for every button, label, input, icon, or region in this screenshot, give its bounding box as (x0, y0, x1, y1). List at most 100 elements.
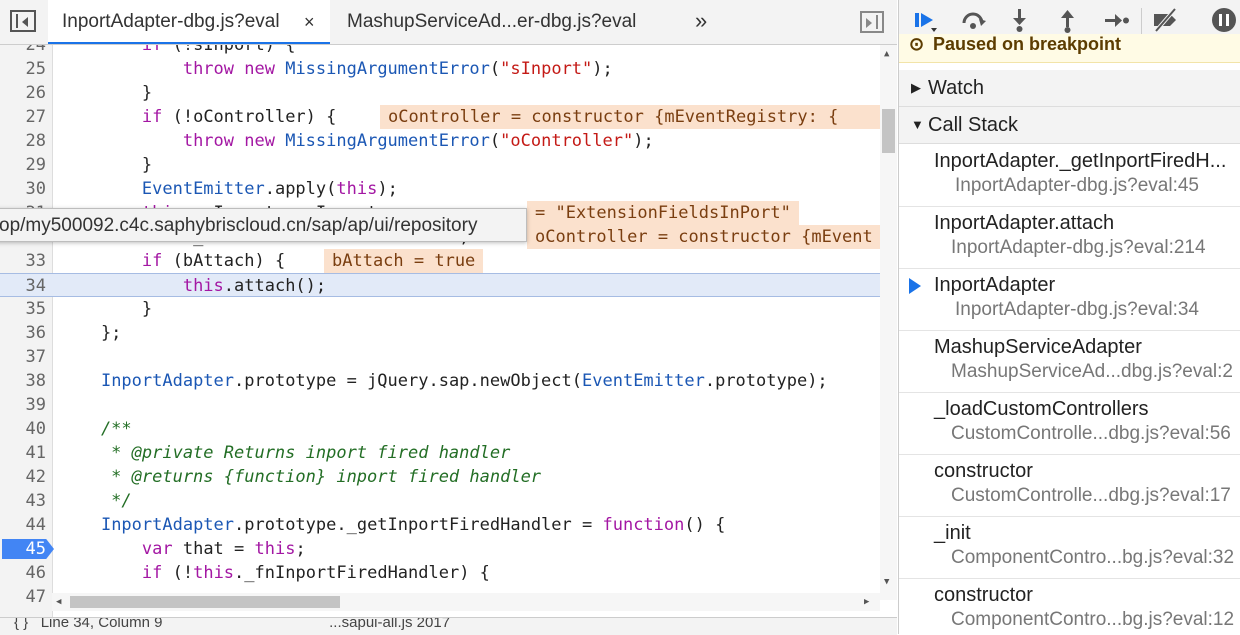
code-text: if (bAttach) { (141, 251, 286, 271)
frame-function-name: MashupServiceAdapter (934, 336, 1142, 358)
scroll-right-icon[interactable]: ▶ (864, 597, 869, 607)
step-out-icon[interactable] (1053, 6, 1083, 34)
frame-function-name: InportAdapter._getInportFiredH... (934, 150, 1227, 172)
inline-value-ocontroller: oController = constructor {mEventRegistr… (380, 105, 896, 129)
line-number[interactable]: 39 (0, 393, 46, 417)
scroll-down-icon[interactable]: ▼ (884, 577, 889, 587)
tab-label: InportAdapter-dbg.js?eval (62, 11, 280, 32)
toggle-navigator-icon[interactable] (10, 10, 36, 32)
paused-icon: ⊙ (909, 34, 925, 54)
code-text: InportAdapter.prototype._getInportFiredH… (100, 515, 726, 535)
code-line: 35 } (0, 297, 880, 321)
line-number[interactable]: 35 (0, 297, 46, 321)
scroll-up-icon[interactable]: ▲ (884, 49, 889, 59)
code-text: if (!oController) { (141, 107, 337, 127)
code-line: 43 */ (0, 489, 880, 513)
line-number[interactable]: 41 (0, 441, 46, 465)
frame-function-name: _init (934, 522, 971, 544)
call-stack-frame[interactable]: MashupServiceAdapter MashupServiceAd...d… (899, 330, 1240, 393)
more-tabs-icon[interactable]: » (695, 0, 707, 42)
line-number[interactable]: 44 (0, 513, 46, 537)
call-stack-frame[interactable]: constructor ComponentContro...bg.js?eval… (899, 578, 1240, 634)
code-line: 39 (0, 393, 880, 417)
call-stack-frame[interactable]: constructor CustomControlle...dbg.js?eva… (899, 454, 1240, 517)
code-line: 29 } (0, 153, 880, 177)
line-number[interactable]: 46 (0, 561, 46, 585)
breakpoint-marker[interactable]: 45 (2, 539, 54, 559)
code-line: 38 InportAdapter.prototype = jQuery.sap.… (0, 369, 880, 393)
line-number[interactable]: 27 (0, 105, 46, 129)
watch-section-header[interactable]: ▶ Watch (899, 70, 1240, 107)
line-number[interactable]: 42 (0, 465, 46, 489)
tab-mashupserviceadapter[interactable]: MashupServiceAd...er-dbg.js?eval (347, 0, 636, 44)
vertical-scrollbar[interactable]: ▲ ▼ (880, 45, 897, 600)
scroll-thumb[interactable] (882, 109, 895, 153)
call-stack-frame-current[interactable]: InportAdapter InportAdapter-dbg.js?eval:… (899, 268, 1240, 331)
line-number[interactable]: 33 (0, 249, 46, 273)
code-text: throw new MissingArgumentError("sInport"… (182, 59, 613, 79)
tab-label: MashupServiceAd...er-dbg.js?eval (347, 11, 637, 32)
inline-value-ocontroller: oController = constructor {mEvent (527, 225, 880, 249)
hover-tooltip: op/my500092.c4c.saphybriscloud.cn/sap/ap… (0, 208, 527, 242)
code-comment: */ (60, 491, 132, 511)
frame-location: MashupServiceAd...dbg.js?eval:2 (951, 361, 1233, 382)
line-number[interactable]: 26 (0, 81, 46, 105)
code-line: 36 }; (0, 321, 880, 345)
line-number[interactable]: 43 (0, 489, 46, 513)
deactivate-breakpoints-icon[interactable] (1151, 6, 1181, 34)
scroll-left-icon[interactable]: ◀ (56, 597, 61, 607)
code-line: 37 (0, 345, 880, 369)
code-line: 24 if (!sInport) { (0, 45, 880, 57)
code-text: this.attach(); (182, 276, 327, 296)
line-number[interactable]: 34 (0, 274, 46, 298)
line-number[interactable]: 38 (0, 369, 46, 393)
call-stack-section-header[interactable]: ▼ Call Stack (899, 107, 1240, 144)
frame-location: InportAdapter-dbg.js?eval:45 (955, 175, 1199, 196)
code-line: 25 throw new MissingArgumentError("sInpo… (0, 57, 880, 81)
expand-triangle-icon: ▶ (911, 80, 921, 95)
line-number[interactable]: 36 (0, 321, 46, 345)
line-number[interactable]: 24 (0, 45, 46, 57)
code-line: 42 * @returns {function} inport fired ha… (0, 465, 880, 489)
code-line: 30 EventEmitter.apply(this); (0, 177, 880, 201)
code-text: } (60, 155, 153, 175)
frame-function-name: InportAdapter.attach (934, 212, 1115, 234)
scroll-thumb[interactable] (70, 596, 340, 608)
pause-on-exceptions-icon[interactable] (1209, 6, 1239, 34)
toggle-debugger-sidebar-icon[interactable] (860, 11, 884, 33)
current-execution-line: 34 this.attach(); (0, 273, 880, 297)
frame-location: ComponentContro...bg.js?eval:32 (951, 547, 1235, 568)
frame-function-name: _loadCustomControllers (934, 398, 1149, 420)
code-text: if (!this._fnInportFiredHandler) { (141, 563, 490, 583)
line-number[interactable]: 28 (0, 129, 46, 153)
step-into-icon[interactable] (1005, 6, 1035, 34)
line-number[interactable]: 40 (0, 417, 46, 441)
line-number[interactable]: 30 (0, 177, 46, 201)
horizontal-scrollbar[interactable]: ◀ ▶ (52, 593, 880, 611)
code-editor[interactable]: 24 if (!sInport) { 25 throw new MissingA… (0, 45, 897, 617)
code-text: var that = this; (141, 539, 306, 559)
close-tab-icon[interactable]: × (304, 0, 315, 44)
call-stack-frame[interactable]: _init ComponentContro...bg.js?eval:32 (899, 516, 1240, 579)
code-comment: * @returns {function} inport fired handl… (60, 467, 542, 487)
toolbar-divider (1141, 8, 1142, 34)
editor-tab-bar: InportAdapter-dbg.js?eval × MashupServic… (0, 0, 897, 45)
resume-icon[interactable] (911, 6, 941, 34)
line-number[interactable]: 47 (0, 585, 46, 609)
debugger-sidebar: ⊙ Paused on breakpoint ▶ Watch ▼ Call St… (898, 0, 1240, 634)
line-number[interactable]: 25 (0, 57, 46, 81)
frame-function-name: InportAdapter (934, 274, 1056, 296)
line-number[interactable]: 37 (0, 345, 46, 369)
call-stack-frame[interactable]: InportAdapter.attach InportAdapter-dbg.j… (899, 206, 1240, 269)
step-over-icon[interactable] (959, 6, 989, 34)
code-line: 26 } (0, 81, 880, 105)
step-icon[interactable] (1101, 6, 1131, 34)
code-text: } (60, 299, 153, 319)
line-number[interactable]: 29 (0, 153, 46, 177)
code-line: 45 var that = this; (0, 537, 880, 561)
tab-inportadapter[interactable]: InportAdapter-dbg.js?eval × (48, 0, 330, 44)
frame-location: CustomControlle...dbg.js?eval:17 (951, 485, 1231, 506)
collapse-triangle-icon: ▼ (911, 117, 924, 132)
call-stack-frame[interactable]: InportAdapter._getInportFiredH... Inport… (899, 144, 1240, 207)
call-stack-frame[interactable]: _loadCustomControllers CustomControlle..… (899, 392, 1240, 455)
